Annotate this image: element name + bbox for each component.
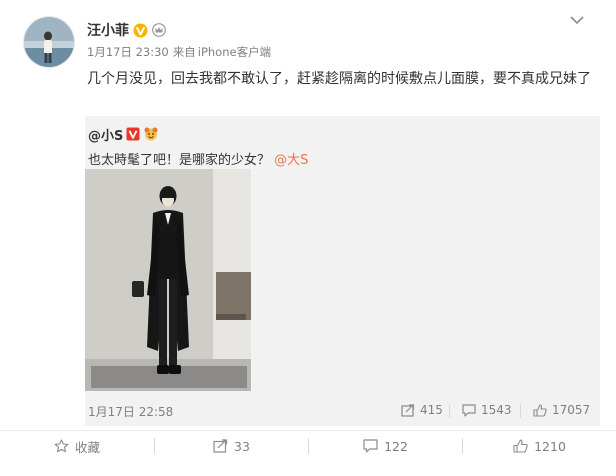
mention-link[interactable]: @大S [274,153,308,168]
action-bar: 收藏 33 122 1210 [0,431,616,476]
like-button[interactable]: 1210 [463,431,616,461]
favorite-label: 收藏 [74,439,100,455]
avatar[interactable] [23,16,75,68]
like-icon [513,439,528,453]
like-count: 1210 [534,438,566,454]
comment-button[interactable]: 122 [309,431,462,461]
forward-icon [401,403,415,417]
verified-v-icon [126,127,140,141]
repost-forward-button[interactable]: 415 [401,403,443,417]
verified-v-icon [133,23,148,38]
comment-icon [462,403,476,417]
forward-count: 33 [234,438,250,454]
divider [449,404,450,418]
repost-comment-count: 1543 [481,403,512,417]
author-name[interactable]: 汪小菲 [87,20,129,40]
repost-comment-button[interactable]: 1543 [462,403,512,417]
like-icon [533,403,547,417]
post-time[interactable]: 1月17日 23:30 [87,45,169,59]
star-icon [54,439,69,453]
comment-count: 122 [384,438,408,454]
source-prefix: 来自 [172,45,196,59]
repost-like-count: 17057 [552,403,591,417]
repost-text: 也太時髦了吧！是哪家的少女？ @大S [88,149,308,168]
forward-button[interactable]: 33 [155,431,308,461]
emoji-icon [143,127,159,141]
repost-like-button[interactable]: 17057 [533,403,590,417]
repost-box: @小S 也太時髦了吧！是哪家的少女？ @大S 1月17日 22:58 415 1… [85,116,600,426]
repost-author-row: @小S [88,125,159,144]
repost-forward-count: 415 [420,403,443,417]
repost-footer: 1月17日 22:58 415 1543 17057 [85,403,600,421]
post-meta: 1月17日 23:30 来自 iPhone客户端 [87,44,271,60]
favorite-button[interactable]: 收藏 [0,431,154,461]
repost-text-body: 也太時髦了吧！是哪家的少女？ [88,153,271,168]
divider [520,404,521,418]
chevron-down-icon[interactable] [569,14,585,26]
repost-author[interactable]: @小S [88,125,123,144]
post-source[interactable]: iPhone客户端 [198,45,271,59]
repost-photo[interactable] [85,169,251,391]
crown-icon[interactable] [152,23,166,37]
author-row: 汪小菲 [87,20,166,40]
post-text: 几个月没见，回去我都不敢认了，赶紧趁隔离的时候敷点儿面膜，要不真成兄妹了 [87,71,591,87]
comment-icon [363,439,378,453]
repost-time[interactable]: 1月17日 22:58 [88,403,173,420]
weibo-post-card: 汪小菲 1月17日 23:30 来自 iPhone客户端 几个月没见，回去我都不敢认… [0,0,616,476]
forward-icon [213,439,228,453]
